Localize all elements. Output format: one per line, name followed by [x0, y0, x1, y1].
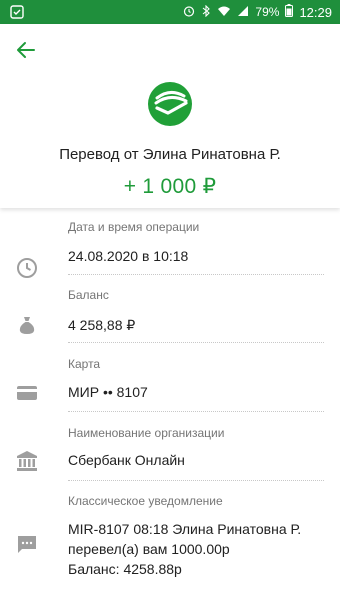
status-bar: 79% 12:29	[0, 0, 340, 24]
bluetooth-icon	[201, 4, 211, 20]
divider	[68, 274, 324, 275]
notification-line-1: MIR-8107 08:18 Элина Ринатовна Р.	[68, 521, 302, 537]
card-label: Карта	[68, 357, 101, 371]
card-value: МИР •• 8107	[68, 384, 148, 400]
datetime-label: Дата и время операции	[68, 220, 200, 234]
transfer-amount: + 1 000 ₽	[123, 175, 217, 198]
money-bag-icon	[16, 314, 38, 336]
battery-percent: 79%	[255, 5, 280, 19]
notification-line-2: перевел(а) вам 1000.00р	[68, 541, 230, 557]
divider	[68, 480, 324, 481]
notification-icon	[10, 5, 24, 22]
card-icon	[16, 382, 38, 404]
message-icon	[16, 534, 38, 556]
bank-icon	[16, 450, 38, 472]
transfer-header: Перевод от Элина Ринатовна Р. + 1 000 ₽	[0, 24, 340, 208]
notification-line-3: Баланс: 4258.88р	[68, 561, 182, 577]
page-title: Перевод от Элина Ринатовна Р.	[59, 146, 281, 163]
balance-label: Баланс	[68, 288, 109, 302]
clock-time: 12:29	[299, 4, 332, 20]
divider	[68, 342, 324, 343]
wifi-icon	[217, 5, 231, 20]
sberbank-logo-icon	[148, 82, 192, 126]
organization-label: Наименование организации	[68, 426, 225, 440]
clock-icon	[16, 257, 38, 279]
signal-icon	[237, 5, 249, 20]
battery-icon	[285, 4, 294, 20]
datetime-value: 24.08.2020 в 10:18	[68, 248, 189, 264]
organization-value: Сбербанк Онлайн	[68, 452, 185, 468]
balance-value: 4 258,88 ₽	[68, 317, 136, 333]
back-arrow-icon[interactable]	[14, 38, 38, 62]
notification-label: Классическое уведомление	[68, 494, 223, 508]
divider	[68, 411, 324, 412]
alarm-icon	[183, 5, 195, 20]
